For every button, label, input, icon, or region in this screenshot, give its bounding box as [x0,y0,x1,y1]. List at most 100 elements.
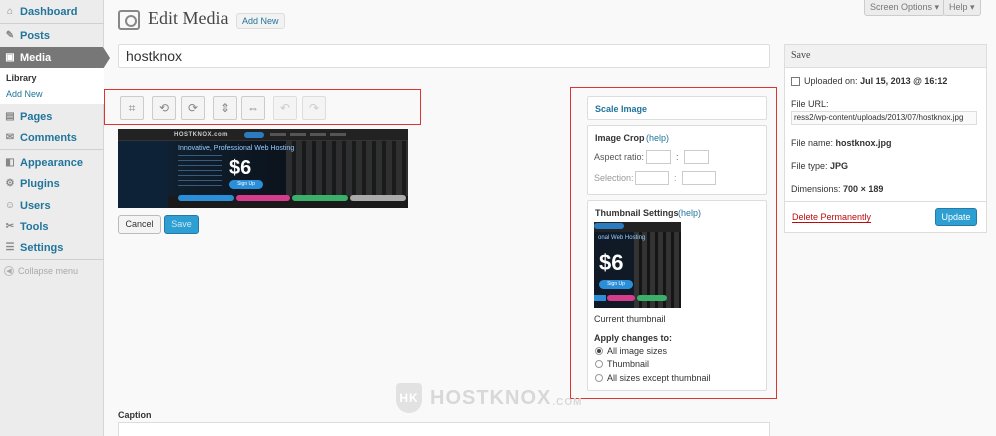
aspect-ratio-height-input[interactable] [683,150,709,164]
submenu-library[interactable]: Library [6,73,37,83]
menu-item-posts[interactable]: ✎ Posts [0,25,104,46]
uploaded-on-row: Uploaded on: Jul 15, 2013 @ 16:12 [791,76,947,87]
uploaded-on-label: Uploaded on: [804,76,858,86]
flip-horizontal-button[interactable]: ⇔ [241,96,265,120]
crop-button[interactable]: ⌗ [120,96,144,120]
menu-label-tools: Tools [20,220,49,233]
option-label: Thumbnail [607,359,650,369]
aspect-ratio-separator: : [676,152,679,162]
scale-image-title[interactable]: Scale Image [595,104,647,114]
menu-item-users[interactable]: ☺ Users [0,195,104,216]
scale-image-panel[interactable]: Scale Image [587,96,767,120]
media-submenu: Library Add New [0,68,104,104]
preview-nav-item [310,133,326,136]
calendar-icon [791,77,800,87]
current-thumbnail-label: Current thumbnail [594,314,666,324]
file-url-field[interactable]: ress2/wp-content/uploads/2013/07/hostkno… [791,111,977,125]
menu-item-settings[interactable]: ☰ Settings [0,237,104,258]
thumb-bar-pink [607,295,635,301]
menu-label-media: Media [20,51,52,64]
dimensions-value: 700 × 189 [843,184,884,194]
redo-icon: ↷ [308,101,320,115]
selection-width-input[interactable] [635,171,669,185]
undo-button[interactable]: ↶ [273,96,297,120]
file-type-row: File type: JPG [791,161,848,171]
menu-label-appearance: Appearance [20,156,83,169]
menu-item-comments[interactable]: ✉ Comments [0,127,104,148]
menu-label-dashboard: Dashboard [20,5,78,18]
page-title: Edit Media [148,8,229,28]
rotate-right-button[interactable]: ⟳ [181,96,205,120]
menu-item-tools[interactable]: ✂ Tools [0,216,104,237]
selection-row: Selection: : [594,171,716,185]
option-label: All sizes except thumbnail [607,373,711,383]
watermark-text: HOSTKNOX [430,386,552,409]
pushpin-icon: ✎ [5,30,15,41]
redo-button[interactable]: ↷ [302,96,326,120]
selection-height-input[interactable] [681,171,716,185]
rotate-left-button[interactable]: ⟲ [152,96,176,120]
save-button[interactable]: Save [164,215,199,234]
preview-bar-grey [350,195,406,201]
rotate-right-icon: ⟳ [187,101,199,115]
menu-label-users: Users [20,199,51,212]
media-title-input[interactable]: hostknox [118,44,770,68]
crop-icon: ⌗ [128,100,136,115]
submenu-add-new[interactable]: Add New [6,89,43,99]
menu-label-posts: Posts [20,29,50,42]
media-icon: ▣ [5,52,15,63]
settings-icon: ☰ [5,242,15,253]
option-all-image-sizes[interactable]: All image sizes [595,346,667,356]
thumb-signup: Sign Up [599,280,633,289]
dimensions-label: Dimensions: [791,184,841,194]
menu-item-pages[interactable]: ▤ Pages [0,106,104,127]
option-all-except-thumbnail[interactable]: All sizes except thumbnail [595,373,711,383]
media-camera-icon [118,10,140,30]
preview-price: $6 [229,157,252,179]
help-tab[interactable]: Help ▾ [943,0,981,16]
tools-icon: ✂ [5,221,15,232]
menu-label-settings: Settings [20,241,64,254]
thumb-bar-blue [594,295,606,301]
image-preview: HOSTKNOX.com Innovative, Professional We… [118,129,408,208]
option-thumbnail[interactable]: Thumbnail [595,359,649,369]
preview-bar-blue [178,195,234,201]
delete-permanently-link[interactable]: Delete Permanently [792,212,872,223]
dimensions-row: Dimensions: 700 × 189 [791,184,883,194]
image-crop-title: Image Crop [595,133,645,143]
aspect-ratio-row: Aspect ratio: : [594,150,709,164]
radio-all-image-sizes[interactable] [595,347,603,355]
collapse-arrow-icon: ◀ [4,266,14,276]
admin-sidebar: ⌂ Dashboard ✎ Posts ▣ Media Library Add … [0,0,110,436]
menu-item-plugins[interactable]: ⚙ Plugins [0,173,104,194]
radio-thumbnail[interactable] [595,360,603,368]
menu-item-dashboard[interactable]: ⌂ Dashboard [0,1,104,22]
flip-vertical-icon: ⇕ [219,101,231,115]
screen-options-tab[interactable]: Screen Options ▾ [864,0,946,16]
preview-nav-item [270,133,286,136]
watermark-suffix: .COM [552,396,583,408]
menu-item-appearance[interactable]: ◧ Appearance [0,152,104,173]
file-name-label: File name: [791,138,834,148]
save-box-title: Save [785,45,986,68]
menu-item-media[interactable]: ▣ Media [0,47,110,69]
aspect-ratio-width-input[interactable] [646,150,671,164]
save-box-divider [784,201,987,202]
cancel-button[interactable]: Cancel [118,215,161,234]
comment-icon: ✉ [5,132,15,143]
add-new-button[interactable]: Add New [236,13,285,29]
undo-icon: ↶ [279,101,291,115]
flip-vertical-button[interactable]: ⇕ [213,96,237,120]
menu-separator [0,259,104,260]
collapse-menu-button[interactable]: ◀ Collapse menu [4,266,78,276]
preview-left-panel [118,141,168,208]
hostknox-watermark: HK HOSTKNOX .COM [396,383,582,413]
caption-textarea[interactable] [118,422,770,436]
dashboard-icon: ⌂ [6,6,14,17]
thumbnail-help-link[interactable]: (help) [678,208,701,218]
image-crop-help-link[interactable]: (help) [646,133,669,143]
radio-all-except-thumbnail[interactable] [595,374,603,382]
update-button[interactable]: Update [935,208,977,226]
preview-feature-list [178,155,222,187]
file-type-label: File type: [791,161,828,171]
